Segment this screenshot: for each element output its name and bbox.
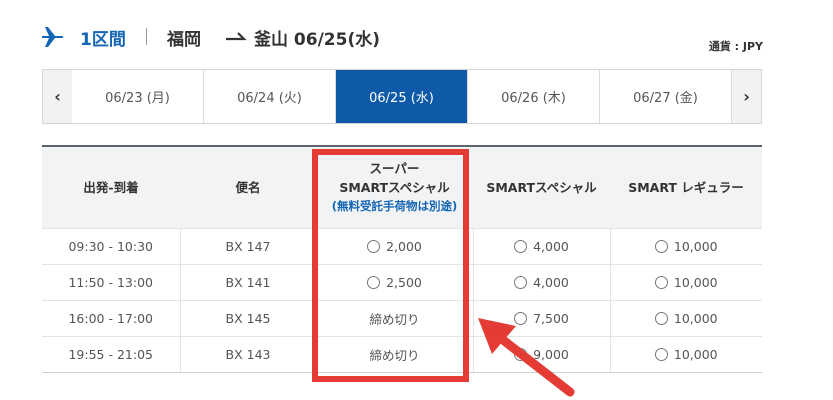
col-header-super-line1: スーパー [369, 160, 420, 176]
baggage-note: (無料受託手荷物は別途) [331, 198, 458, 213]
header-separator [146, 28, 147, 45]
super-fare-option[interactable]: 2,000 [315, 227, 473, 264]
fare-table: 出発-到着 便名 スーパー SMARTスペシャル (無料受託手荷物は別途) SM… [42, 145, 762, 373]
super-fare-closed: 締め切り [315, 335, 473, 373]
flight-cell: BX 147 [179, 227, 316, 264]
route-header: 1区間 福岡 釜山 06/25(水) 通貨 : JPY [40, 22, 765, 56]
date-tab-0625[interactable]: 06/25 (水) [336, 70, 468, 123]
fare-price: 10,000 [673, 238, 718, 254]
origin-city: 福岡 [167, 30, 201, 50]
fare-price: 4,000 [533, 238, 569, 254]
time-cell: 16:00 - 17:00 [42, 299, 180, 336]
special-fare-option[interactable]: 4,000 [472, 263, 610, 300]
regular-fare-option[interactable]: 10,000 [609, 335, 762, 373]
radio-icon[interactable] [514, 275, 528, 289]
table-row: 09:30 - 10:30 BX 147 2,000 4,000 10,000 [42, 227, 762, 264]
next-date-button[interactable]: › [732, 70, 761, 123]
table-row: 19:55 - 21:05 BX 143 締め切り 9,000 10,000 [42, 335, 762, 373]
regular-fare-option[interactable]: 10,000 [609, 263, 762, 300]
radio-icon[interactable] [367, 275, 381, 289]
fare-price: 10,000 [673, 310, 718, 326]
radio-icon[interactable] [654, 347, 668, 361]
date-tab-0623[interactable]: 06/23 (月) [72, 70, 204, 123]
special-fare-option[interactable]: 4,000 [472, 227, 610, 264]
col-header-super-smart-special: スーパー SMARTスペシャル (無料受託手荷物は別途) [316, 145, 473, 228]
special-fare-option[interactable]: 9,000 [472, 335, 610, 373]
destination-date: 釜山 06/25(水) [254, 30, 380, 50]
fare-price: 10,000 [673, 346, 718, 362]
table-header-row: 出発-到着 便名 スーパー SMARTスペシャル (無料受託手荷物は別途) SM… [42, 145, 762, 228]
col-header-flight: 便名 [180, 145, 316, 228]
super-fare-closed: 締め切り [315, 299, 473, 336]
fare-price: 4,000 [533, 274, 569, 290]
date-tab-0624[interactable]: 06/24 (火) [204, 70, 336, 123]
segment-count: 1区間 [80, 30, 126, 50]
prev-date-button[interactable]: ‹ [43, 70, 72, 123]
time-cell: 09:30 - 10:30 [42, 227, 180, 264]
chevron-right-icon: › [743, 87, 750, 106]
regular-fare-option[interactable]: 10,000 [609, 299, 762, 336]
radio-icon[interactable] [367, 239, 381, 253]
col-header-super-line2: SMARTスペシャル [339, 179, 450, 195]
radio-icon[interactable] [514, 347, 528, 361]
super-fare-option[interactable]: 2,500 [315, 263, 473, 300]
radio-icon[interactable] [654, 275, 668, 289]
fare-price: 2,500 [386, 274, 422, 290]
fare-price: 9,000 [533, 346, 569, 362]
currency-label: 通貨 : JPY [708, 40, 763, 53]
radio-icon[interactable] [514, 311, 528, 325]
flight-cell: BX 143 [179, 335, 316, 373]
radio-icon[interactable] [654, 311, 668, 325]
fare-price: 7,500 [533, 310, 569, 326]
date-tab-0626[interactable]: 06/26 (木) [468, 70, 600, 123]
date-tab-0627[interactable]: 06/27 (金) [600, 70, 732, 123]
date-selector: ‹ 06/23 (月) 06/24 (火) 06/25 (水) 06/26 (木… [42, 69, 762, 124]
flight-cell: BX 145 [179, 299, 316, 336]
flight-cell: BX 141 [179, 263, 316, 300]
special-fare-option[interactable]: 7,500 [472, 299, 610, 336]
time-cell: 19:55 - 21:05 [42, 335, 180, 373]
fare-price: 2,000 [386, 238, 422, 254]
right-arrow-icon [226, 32, 247, 41]
plane-icon [42, 27, 64, 47]
radio-icon[interactable] [514, 239, 528, 253]
col-header-smart-special: SMARTスペシャル [473, 145, 610, 228]
radio-icon[interactable] [654, 239, 668, 253]
chevron-left-icon: ‹ [54, 87, 61, 106]
fare-price: 10,000 [673, 274, 718, 290]
col-header-smart-regular: SMART レギュラー [610, 145, 762, 228]
col-header-time: 出発-到着 [42, 145, 180, 228]
time-cell: 11:50 - 13:00 [42, 263, 180, 300]
table-row: 16:00 - 17:00 BX 145 締め切り 7,500 10,000 [42, 299, 762, 336]
regular-fare-option[interactable]: 10,000 [609, 227, 762, 264]
table-row: 11:50 - 13:00 BX 141 2,500 4,000 10,000 [42, 263, 762, 300]
